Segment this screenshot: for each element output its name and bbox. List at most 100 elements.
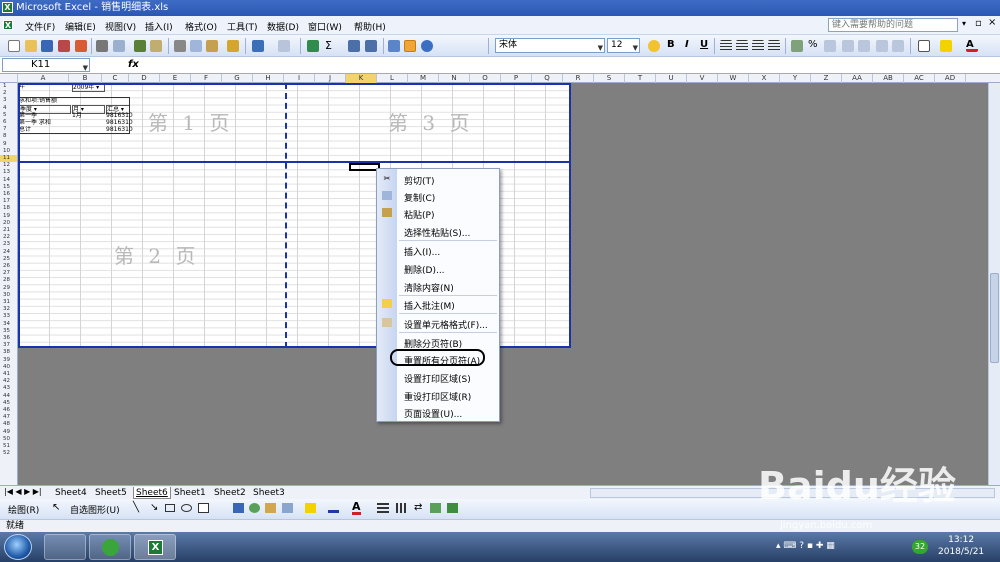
menu-item-set-print-area[interactable]: 设置打印区域(S) (404, 372, 471, 385)
column-header-B[interactable]: B (69, 74, 102, 83)
borders-icon[interactable] (918, 40, 930, 52)
bold-button[interactable]: B (667, 39, 675, 50)
permission-icon[interactable] (58, 40, 70, 52)
menu-item-format-cells[interactable]: 设置单元格格式(F)... (404, 318, 488, 331)
row-header-31[interactable]: 31 (0, 299, 17, 306)
column-header-I[interactable]: I (284, 74, 315, 83)
taskbar-excel-icon[interactable]: X (134, 534, 176, 560)
row-header-45[interactable]: 45 (0, 400, 17, 407)
increase-decimal-icon[interactable] (842, 40, 854, 52)
fill-color-icon[interactable] (305, 503, 316, 513)
menu-view[interactable]: 视图(V) (105, 20, 136, 33)
row-header-3[interactable]: 3 (0, 97, 17, 104)
column-header-U[interactable]: U (656, 74, 687, 83)
row-header-48[interactable]: 48 (0, 421, 17, 428)
rectangle-icon[interactable] (165, 504, 175, 512)
row-header-28[interactable]: 28 (0, 277, 17, 284)
menu-item-cut[interactable]: 剪切(T) (404, 174, 435, 187)
row-header-34[interactable]: 34 (0, 321, 17, 328)
column-header-AC[interactable]: AC (904, 74, 935, 83)
row-header-38[interactable]: 38 (0, 349, 17, 356)
row-header-9[interactable]: 9 (0, 141, 17, 148)
column-header-P[interactable]: P (501, 74, 532, 83)
menu-item-clear-contents[interactable]: 清除内容(N) (404, 281, 454, 294)
row-header-6[interactable]: 6 (0, 119, 17, 126)
menu-item-copy[interactable]: 复制(C) (404, 191, 435, 204)
menu-insert[interactable]: 插入(I) (145, 20, 173, 33)
row-header-14[interactable]: 14 (0, 177, 17, 184)
autosum-icon[interactable]: Σ (325, 40, 337, 52)
picture-icon[interactable] (282, 503, 293, 513)
sheet-tab[interactable]: Sheet5 (93, 487, 129, 499)
new-icon[interactable] (8, 40, 20, 52)
redo-icon[interactable] (278, 40, 290, 52)
vertical-page-break[interactable] (285, 83, 287, 348)
decrease-indent-icon[interactable] (876, 40, 888, 52)
shadow-style-icon[interactable] (430, 503, 441, 513)
print-icon[interactable] (96, 40, 108, 52)
tray-badge[interactable]: 32 (912, 540, 928, 554)
row-header-39[interactable]: 39 (0, 357, 17, 364)
column-header-D[interactable]: D (129, 74, 160, 83)
row-header-36[interactable]: 36 (0, 335, 17, 342)
column-header-S[interactable]: S (594, 74, 625, 83)
3d-style-icon[interactable] (447, 503, 458, 513)
tray-icons[interactable]: ▴ ⌨ ? ▪ ✚ ▦ (776, 541, 835, 551)
row-header-13[interactable]: 13 (0, 169, 17, 176)
column-header-AA[interactable]: AA (842, 74, 873, 83)
name-box[interactable]: K11 ▼ (2, 58, 90, 72)
row-header-4[interactable]: 4 (0, 105, 17, 112)
menu-window[interactable]: 窗口(W) (308, 20, 342, 33)
column-header-A[interactable]: A (18, 74, 69, 83)
hyperlink-icon[interactable] (307, 40, 319, 52)
row-header-41[interactable]: 41 (0, 371, 17, 378)
sheet-tab[interactable]: Sheet1 (172, 487, 208, 499)
row-header-21[interactable]: 21 (0, 227, 17, 234)
horizontal-page-break[interactable] (18, 161, 571, 163)
wordart-icon[interactable] (233, 503, 244, 513)
underline-button[interactable]: U (700, 39, 708, 50)
align-center-icon[interactable] (736, 40, 748, 52)
formula-input[interactable] (142, 58, 997, 72)
row-header-17[interactable]: 17 (0, 198, 17, 205)
menu-item-paste-special[interactable]: 选择性粘贴(S)... (404, 226, 470, 239)
close-icon[interactable]: × (988, 17, 996, 28)
merge-center-icon[interactable] (768, 40, 780, 52)
row-header-40[interactable]: 40 (0, 364, 17, 371)
oval-icon[interactable] (181, 504, 192, 512)
row-header-10[interactable]: 10 (0, 148, 17, 155)
vertical-scroll-thumb[interactable] (990, 273, 999, 363)
row-header-50[interactable]: 50 (0, 436, 17, 443)
column-header-O[interactable]: O (470, 74, 501, 83)
line-style-icon[interactable] (377, 503, 389, 513)
column-header-F[interactable]: F (191, 74, 222, 83)
column-header-AB[interactable]: AB (873, 74, 904, 83)
align-left-icon[interactable] (720, 40, 732, 52)
comma-style-icon[interactable] (824, 40, 836, 52)
tab-nav-arrows-icon[interactable]: |◀ ◀ ▶ ▶| (4, 487, 42, 496)
system-clock[interactable]: 13:12 2018/5/21 (938, 534, 984, 558)
column-header-N[interactable]: N (439, 74, 470, 83)
menu-tools[interactable]: 工具(T) (227, 20, 258, 33)
menu-item-delete[interactable]: 删除(D)... (404, 263, 445, 276)
currency-icon[interactable] (791, 40, 803, 52)
column-header-V[interactable]: V (687, 74, 718, 83)
select-all-corner[interactable] (0, 74, 18, 83)
draw-menu-button[interactable]: 绘图(R) (8, 503, 39, 516)
row-header-46[interactable]: 46 (0, 407, 17, 414)
insert-function-icon[interactable]: fx (128, 59, 139, 70)
column-header-H[interactable]: H (253, 74, 284, 83)
column-header-K[interactable]: K (346, 74, 377, 83)
sheet-tab[interactable]: Sheet4 (53, 487, 89, 499)
open-icon[interactable] (25, 40, 37, 52)
taskbar-browser-icon[interactable] (89, 534, 131, 560)
row-header-16[interactable]: 16 (0, 191, 17, 198)
chart-wizard-icon[interactable] (388, 40, 400, 52)
menu-item-paste[interactable]: 粘贴(P) (404, 208, 434, 221)
row-header-47[interactable]: 47 (0, 414, 17, 421)
sheet-tab-active[interactable]: Sheet6 (133, 487, 171, 499)
menu-item-insert[interactable]: 插入(I)... (404, 245, 440, 258)
column-header-Y[interactable]: Y (780, 74, 811, 83)
textbox-icon[interactable] (198, 503, 209, 513)
start-button-icon[interactable] (4, 534, 32, 560)
